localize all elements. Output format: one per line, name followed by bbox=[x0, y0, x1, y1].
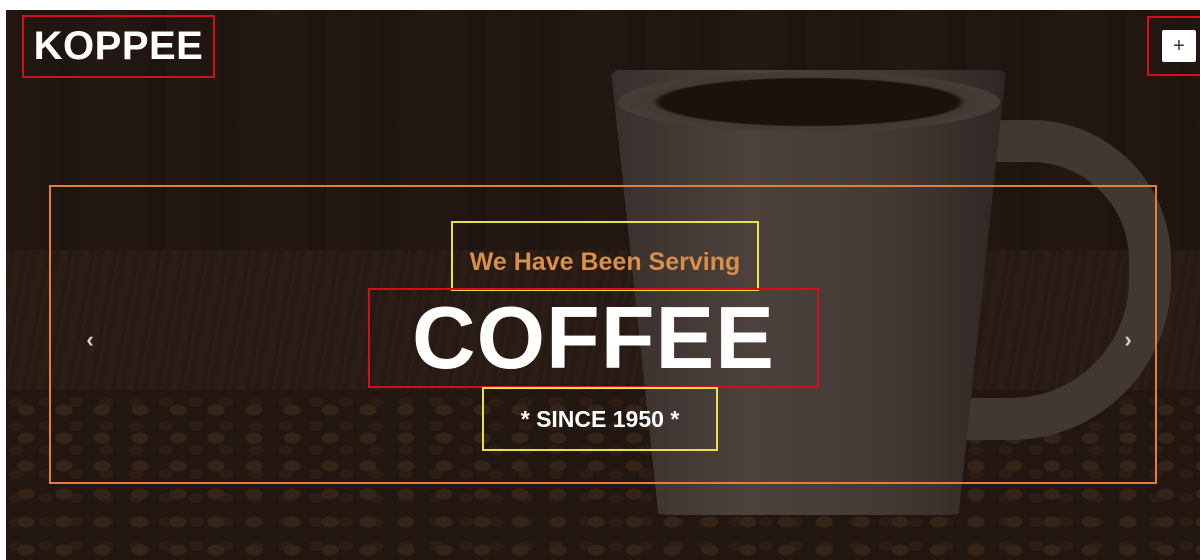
brand-name[interactable]: KOPPEE bbox=[34, 24, 204, 69]
chevron-left-icon: ‹ bbox=[86, 327, 94, 352]
navbar-toggle-button[interactable]: + bbox=[1162, 30, 1196, 62]
caption-tagline-box: * SINCE 1950 * bbox=[482, 387, 718, 451]
caption-title-box: COFFEE bbox=[368, 288, 819, 388]
caption-title: COFFEE bbox=[412, 288, 775, 387]
plus-icon: + bbox=[1173, 35, 1185, 57]
chevron-right-icon: › bbox=[1124, 327, 1132, 352]
carousel-next-button[interactable]: › bbox=[1116, 327, 1140, 353]
caption-subtitle-box: We Have Been Serving bbox=[451, 221, 759, 291]
brand-logo[interactable]: KOPPEE bbox=[22, 15, 215, 78]
caption-subtitle: We Have Been Serving bbox=[469, 247, 741, 276]
caption-tagline: * SINCE 1950 * bbox=[520, 405, 680, 432]
carousel-prev-button[interactable]: ‹ bbox=[78, 327, 102, 353]
